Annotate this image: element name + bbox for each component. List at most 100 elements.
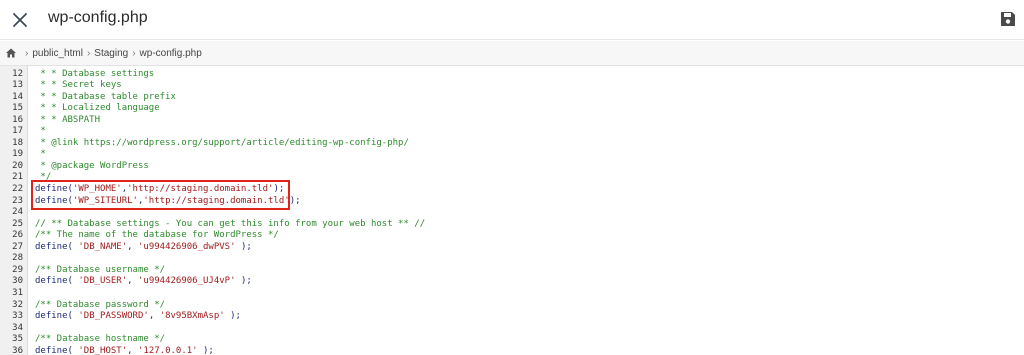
line-number: 27 <box>12 241 23 252</box>
code-text: * * Localized language <box>35 103 160 115</box>
line-number: 14 <box>12 91 23 102</box>
code-text: * @package WordPress <box>35 160 149 173</box>
code-token: ); <box>224 311 241 322</box>
code-line[interactable]: 13 * * Secret keys <box>0 80 1024 92</box>
code-line[interactable]: 28 <box>0 253 1024 265</box>
line-number: 22 <box>12 184 23 194</box>
code-token: ); <box>197 345 214 355</box>
code-line[interactable]: 29 /** Database username */ <box>0 265 1024 277</box>
line-number: 29 <box>12 264 23 275</box>
breadcrumb-item-staging[interactable]: Staging <box>94 48 128 59</box>
code-line[interactable]: 15 * * Localized language <box>0 103 1024 115</box>
code-token: define( <box>35 241 79 252</box>
code-token: ); <box>289 195 301 206</box>
line-number: 30 <box>12 276 23 287</box>
code-line[interactable]: 19 * <box>0 149 1024 161</box>
code-token: 'u994426906_dwPVS' <box>137 241 236 252</box>
code-token: ); <box>235 241 252 252</box>
code-line[interactable]: 16 * * ABSPATH <box>0 115 1024 127</box>
code-text: define( 'DB_PASSWORD', '8v95BXmAsp' ); <box>35 311 241 323</box>
code-text: define( 'DB_USER', 'u994426906_UJ4vP' ); <box>35 276 252 288</box>
code-line[interactable]: 20 * @package WordPress <box>0 161 1024 173</box>
code-token: * * ABSPATH <box>35 114 101 125</box>
code-token: , <box>127 345 138 355</box>
code-text: /** Database username */ <box>35 265 165 277</box>
code-text: * * ABSPATH <box>35 115 100 127</box>
code-text: * * Secret keys <box>35 80 122 92</box>
line-number: 28 <box>12 253 23 264</box>
code-line[interactable]: 12 * * Database settings <box>0 69 1024 81</box>
code-token: 'u994426906_UJ4vP' <box>137 276 236 287</box>
line-number: 34 <box>12 322 23 333</box>
code-token: 'DB_HOST' <box>78 345 128 355</box>
breadcrumb-separator-icon: › <box>25 47 29 59</box>
line-number: 13 <box>12 80 23 91</box>
code-text: * <box>35 126 46 138</box>
code-token: * * Localized language <box>35 103 160 114</box>
line-number: 12 <box>12 68 23 79</box>
code-text: * <box>35 149 45 161</box>
code-text: define( 'DB_NAME', 'u994426906_dwPVS' ); <box>35 242 252 254</box>
line-number: 24 <box>12 207 23 218</box>
code-line[interactable]: 25 // ** Database settings - You can get … <box>0 219 1024 231</box>
line-number: 18 <box>12 137 23 148</box>
line-number: 17 <box>12 126 23 137</box>
code-token: 'DB_USER' <box>78 276 128 287</box>
code-line[interactable]: 31 <box>0 288 1024 300</box>
code-token: /** Database hostname */ <box>35 334 166 345</box>
code-text: // ** Database settings - You can get th… <box>35 219 425 231</box>
code-token: '127.0.0.1' <box>137 345 198 355</box>
code-line[interactable]: 35 /** Database hostname */ <box>0 334 1024 346</box>
line-number: 20 <box>12 160 23 171</box>
code-line[interactable]: 14 * * Database table prefix <box>0 92 1024 104</box>
highlight-annotation-box <box>31 180 290 210</box>
breadcrumb-separator-icon: › <box>132 47 136 59</box>
line-number: 36 <box>12 345 23 355</box>
line-number: 21 <box>12 172 23 183</box>
code-token: ); <box>235 276 252 287</box>
line-number: 31 <box>12 287 23 298</box>
code-editor[interactable]: 12 * * Database settings 13 * * Secret ke… <box>0 66 1024 355</box>
code-token: /** Database password */ <box>35 299 166 310</box>
line-number: 19 <box>12 149 23 160</box>
breadcrumb-separator-icon: › <box>86 47 91 59</box>
line-number: 16 <box>12 114 23 125</box>
code-token: , <box>148 311 160 322</box>
home-icon[interactable] <box>5 47 17 59</box>
code-token: * @package WordPress <box>35 160 149 171</box>
code-line[interactable]: 33 define( 'DB_PASSWORD', '8v95BXmAsp' ); <box>0 311 1024 323</box>
line-number: 23 <box>12 195 23 206</box>
breadcrumb-item-public-html[interactable]: public_html <box>32 48 83 59</box>
code-line[interactable]: 36 define( 'DB_HOST', '127.0.0.1' ); <box>0 346 1024 355</box>
code-line[interactable]: 17 * <box>0 126 1024 138</box>
code-text: * @link https://wordpress.org/support/ar… <box>35 137 409 150</box>
code-line[interactable]: 26 /** The name of the database for WordP… <box>0 230 1024 242</box>
code-line[interactable]: 32 /** Database password */ <box>0 300 1024 312</box>
code-token: // ** Database settings - You can get th… <box>35 218 426 229</box>
code-token: 'DB_PASSWORD' <box>78 311 149 322</box>
code-token: 'DB_NAME' <box>78 241 128 252</box>
code-line[interactable]: 30 define( 'DB_USER', 'u994426906_UJ4vP' … <box>0 276 1024 288</box>
line-number: 25 <box>12 218 23 229</box>
line-number: 32 <box>12 299 23 310</box>
code-token: * @link https://wordpress.org/support/ar… <box>35 137 409 148</box>
code-token: '8v95BXmAsp' <box>159 311 225 322</box>
line-number: 15 <box>12 103 23 114</box>
code-line[interactable]: 34 <box>0 323 1024 335</box>
breadcrumb: › public_html › Staging › wp-config.php <box>0 41 1024 66</box>
close-icon[interactable] <box>9 9 31 31</box>
code-token: , <box>127 276 138 287</box>
code-token: * * Secret keys <box>35 80 122 91</box>
code-token: /** The name of the database for WordPre… <box>35 230 279 241</box>
line-number: 26 <box>12 230 23 241</box>
title-bar: wp-config.php <box>0 0 1024 40</box>
code-text: define( 'DB_HOST', '127.0.0.1' ); <box>35 346 214 355</box>
save-icon[interactable] <box>998 9 1018 29</box>
code-line[interactable]: 18 * @link https://wordpress.org/support… <box>0 138 1024 150</box>
code-token: * * Database settings <box>35 68 155 79</box>
code-token: define( <box>35 311 79 322</box>
code-token: * <box>35 126 46 137</box>
code-token: , <box>127 241 138 252</box>
code-token: /** Database username */ <box>35 264 166 275</box>
code-line[interactable]: 27 define( 'DB_NAME', 'u994426906_dwPVS' … <box>0 242 1024 254</box>
